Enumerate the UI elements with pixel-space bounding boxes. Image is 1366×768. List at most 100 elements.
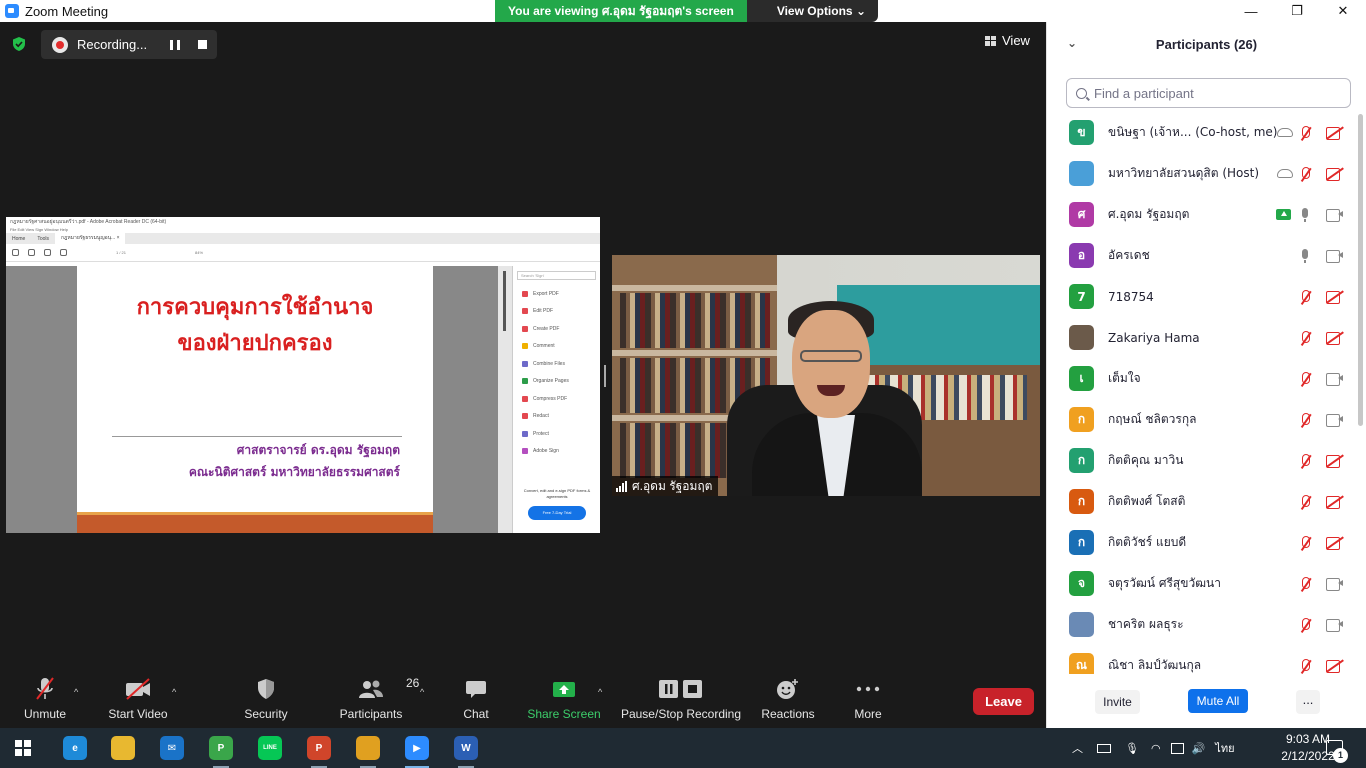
participant-row[interactable]: ข ขนิษฐา (เจ้าห... (Co-host, me) — [1047, 112, 1357, 153]
taskbar-app-edge[interactable]: e — [55, 728, 95, 768]
wifi-icon[interactable]: ◠ — [1151, 742, 1161, 755]
participant-list-scrollbar[interactable] — [1358, 114, 1363, 426]
participant-row[interactable]: 7 718754 — [1047, 276, 1357, 317]
participant-row[interactable]: ก กฤษณ์ ชลิตวรกุล — [1047, 399, 1357, 440]
more-button[interactable]: More — [850, 673, 886, 728]
zoom-app-icon — [5, 4, 19, 18]
start-video-button[interactable]: Start Video — [108, 673, 168, 728]
slide-title-line2: ของฝ่ายปกครอง — [177, 331, 333, 356]
view-options-button[interactable]: View Options ⌄ — [746, 0, 878, 22]
share-screen-icon — [552, 673, 576, 705]
participants-panel-title: Participants (26) — [1155, 37, 1258, 52]
acrobat-tool-label: Adobe Sign — [533, 448, 559, 455]
participant-row[interactable]: ก กิตติพงศ์ โตสติ — [1047, 481, 1357, 522]
view-layout-button[interactable]: View — [985, 33, 1030, 48]
microphone-tray-icon[interactable]: 🎙 — [1125, 742, 1139, 755]
participant-row[interactable]: เ เต็มใจ — [1047, 358, 1357, 399]
security-button[interactable]: Security — [243, 673, 289, 728]
recording-indicator: Recording... — [41, 30, 217, 59]
battery-icon[interactable] — [1097, 743, 1111, 753]
share-options-caret[interactable]: ^ — [598, 687, 602, 697]
participant-row[interactable]: Zakariya Hama — [1047, 317, 1357, 358]
acrobat-tool-label: Export PDF — [533, 290, 559, 297]
chrome-profile-icon: P — [209, 736, 233, 760]
acrobat-tool-item: Adobe Sign — [513, 443, 600, 461]
acrobat-tab-tools: Tools — [37, 235, 50, 242]
acrobat-tool-item: Combine Files — [513, 355, 600, 373]
participant-row[interactable]: ชาคริต ผลธุระ — [1047, 604, 1357, 645]
taskbar-app-zoom[interactable]: ▶ — [397, 728, 437, 768]
chat-label: Chat — [463, 707, 489, 721]
meeting-toolbar: Unmute ^ Start Video ^ Security 26 Parti… — [0, 673, 1046, 728]
restore-button[interactable]: ❐ — [1274, 0, 1320, 22]
stop-recording-icon[interactable] — [198, 40, 207, 49]
pause-stop-recording-button[interactable]: Pause/Stop Recording — [620, 673, 742, 728]
video-off-icon — [124, 673, 152, 705]
panel-more-button[interactable]: ... — [1296, 690, 1320, 714]
cloud-recording-icon — [1277, 169, 1293, 178]
participant-avatar: ข — [1069, 120, 1094, 145]
video-off-icon — [1326, 455, 1343, 468]
speaker-glasses — [800, 350, 862, 362]
pause-stop-recording-label: Pause/Stop Recording — [620, 707, 742, 721]
unmute-button[interactable]: Unmute — [22, 673, 68, 728]
leave-meeting-button[interactable]: Leave — [973, 688, 1034, 715]
participant-name: จตุรวัฒน์ ศรีสุขวัฒนา — [1108, 576, 1221, 590]
mic-muted-icon — [1300, 371, 1310, 386]
taskbar-app-powerpoint[interactable]: P — [299, 728, 339, 768]
recording-dot-icon — [52, 36, 68, 53]
participants-options-caret[interactable]: ^ — [420, 687, 424, 697]
acrobat-tool-item: Organize Pages — [513, 373, 600, 391]
participant-row[interactable]: อ อัครเดช — [1047, 235, 1357, 276]
chat-button[interactable]: Chat — [460, 673, 492, 728]
participant-row[interactable]: ก กิตติคุณ มาวิน — [1047, 440, 1357, 481]
participants-count: 26 — [406, 676, 420, 690]
reactions-button[interactable]: Reactions — [760, 673, 816, 728]
participant-row[interactable]: ก กิตติวัชร์ แยบดี — [1047, 522, 1357, 563]
video-options-caret[interactable]: ^ — [172, 687, 176, 697]
taskbar-app-line[interactable]: LINE — [250, 728, 290, 768]
taskbar-app-chrome-profile[interactable]: P — [201, 728, 241, 768]
display-icon[interactable] — [1170, 742, 1184, 754]
tray-overflow-chevron-icon[interactable]: ︿ — [1072, 740, 1083, 756]
acrobat-tool-item: Compress PDF — [513, 390, 600, 408]
close-button[interactable]: ✕ — [1320, 0, 1366, 22]
video-name-label: ศ.อุดม รัฐอมฤต — [612, 476, 719, 496]
sharing-screen-icon — [1276, 209, 1291, 220]
share-screen-button[interactable]: Share Screen — [527, 673, 601, 728]
find-participant-input[interactable]: Find a participant — [1066, 78, 1351, 108]
unmute-label: Unmute — [23, 707, 67, 721]
participant-status-icons — [1300, 440, 1357, 481]
windows-taskbar: e ✉ P LINE P ▶ W ︿ 🎙 ◠ 🔊 ไทย 9:03 AM 2/12/2022… — [0, 728, 1366, 768]
video-participant-name: ศ.อุดม รัฐอมฤต — [632, 478, 713, 493]
participant-row[interactable]: ณ ณิชา ลิมป์วัฒนกุล — [1047, 645, 1357, 674]
input-language[interactable]: ไทย — [1215, 739, 1234, 757]
audio-options-caret[interactable]: ^ — [74, 687, 78, 697]
shared-screen[interactable]: กฎหมายรัฐศาสนอยู่อนุมนตรีว่า.pdf - Adobe… — [6, 217, 600, 533]
participants-button[interactable]: 26 Participants — [339, 673, 420, 728]
participant-row[interactable]: ศ ศ.อุดม รัฐอมฤต — [1047, 194, 1357, 235]
participant-status-icons — [1300, 276, 1357, 317]
windows-start-icon[interactable] — [15, 740, 31, 756]
taskbar-app-mail[interactable]: ✉ — [152, 728, 192, 768]
taskbar-app-file-explorer[interactable] — [103, 728, 143, 768]
acrobat-tool-icon — [522, 448, 528, 455]
window-controls: — ❐ ✕ — [1228, 0, 1366, 22]
participant-row[interactable]: มหาวิทยาลัยสวนดุสิต (Host) — [1047, 153, 1357, 194]
video-tile[interactable]: ศ.อุดม รัฐอมฤต — [612, 255, 1040, 496]
view-splitter-handle[interactable] — [604, 365, 606, 387]
participant-row[interactable]: จ จตุรวัฒน์ ศรีสุขวัฒนา — [1047, 563, 1357, 604]
participant-name: ชาคริต ผลธุระ — [1108, 617, 1184, 631]
collapse-panel-chevron-icon[interactable]: ⌄ — [1067, 36, 1077, 50]
word-icon: W — [454, 736, 478, 760]
volume-icon[interactable]: 🔊 — [1192, 742, 1206, 755]
pause-recording-icon[interactable] — [170, 39, 180, 50]
mic-muted-icon — [1300, 166, 1310, 181]
minimize-button[interactable]: — — [1228, 0, 1274, 22]
acrobat-document-area: การควบคุมการใช้อำนาจ ของฝ่ายปกครอง ศาสตร… — [6, 266, 600, 533]
mute-all-button[interactable]: Mute All — [1188, 689, 1248, 713]
taskbar-app-chrome[interactable] — [348, 728, 388, 768]
taskbar-app-word[interactable]: W — [446, 728, 486, 768]
encryption-shield-icon[interactable] — [12, 37, 26, 51]
invite-button[interactable]: Invite — [1095, 690, 1140, 714]
